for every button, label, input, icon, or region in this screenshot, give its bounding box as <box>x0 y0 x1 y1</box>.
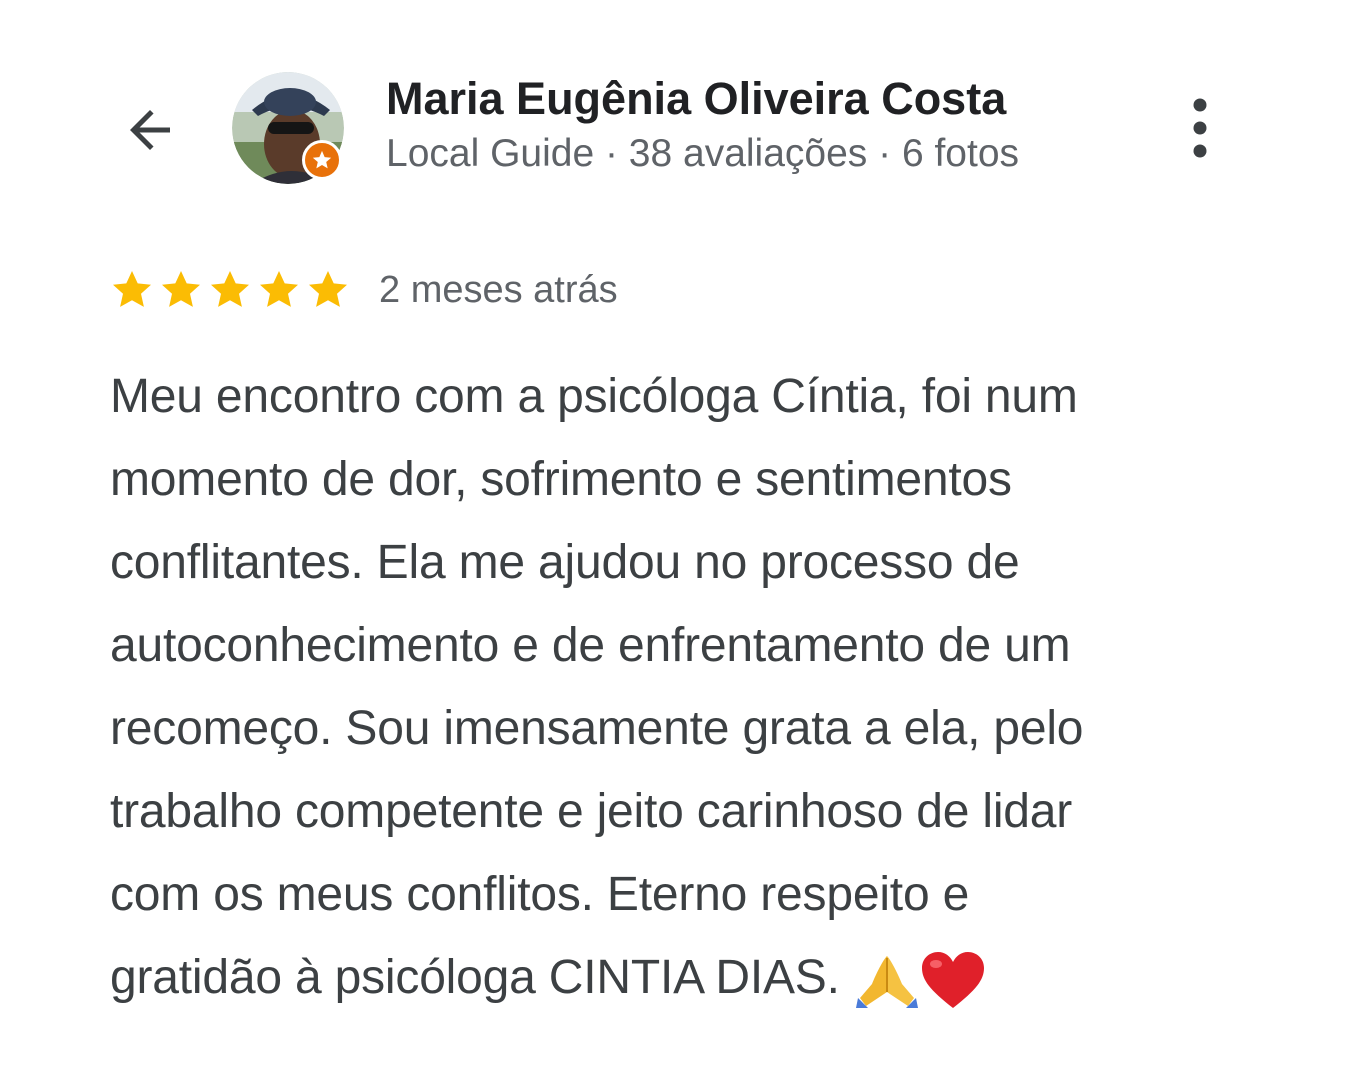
review-text-line: momento de dor, sofrimento e sentimentos <box>110 453 1012 506</box>
review-text-line: conflitantes. Ela me ajudou no processo … <box>110 536 1020 589</box>
review-text-line: recomeço. Sou imensamente grata a ela, p… <box>110 702 1084 755</box>
review-text-line: gratidão à psicóloga CINTIA DIAS. <box>110 951 840 1004</box>
review-text-line: com os meus conflitos. Eterno respeito e <box>110 868 970 921</box>
review-text-last-line: gratidão à psicóloga CINTIA DIAS. <box>110 936 1260 1019</box>
review-text: Meu encontro com a psicóloga Cíntia, foi… <box>110 355 1260 1019</box>
rating-row: 2 meses atrás <box>108 264 618 316</box>
review-text-line: Meu encontro com a psicóloga Cíntia, foi… <box>110 370 1078 423</box>
star-icon <box>162 271 200 307</box>
star-icon <box>113 271 151 307</box>
emoji-group <box>854 950 986 1010</box>
star-badge-icon <box>312 150 332 169</box>
star-icon <box>211 271 249 307</box>
star-rating <box>108 266 353 314</box>
review-text-line: autoconhecimento e de enfrentamento de u… <box>110 619 1071 672</box>
review-date: 2 meses atrás <box>379 268 618 311</box>
folded-hands-icon <box>855 956 918 1009</box>
local-guide-badge <box>302 140 342 180</box>
user-meta: Local Guide · 38 avaliações · 6 fotos <box>386 132 1020 175</box>
star-icon <box>260 271 298 307</box>
more-options-button[interactable] <box>1170 90 1230 166</box>
avatar[interactable] <box>232 72 344 184</box>
arrow-left-icon <box>130 110 170 150</box>
star-icon <box>309 271 347 307</box>
user-name[interactable]: Maria Eugênia Oliveira Costa <box>386 72 1006 126</box>
review-text-line: trabalho competente e jeito carinhoso de… <box>110 785 1073 838</box>
more-vert-icon <box>1193 98 1207 158</box>
red-heart-icon <box>921 952 984 1009</box>
back-button[interactable] <box>112 92 188 168</box>
